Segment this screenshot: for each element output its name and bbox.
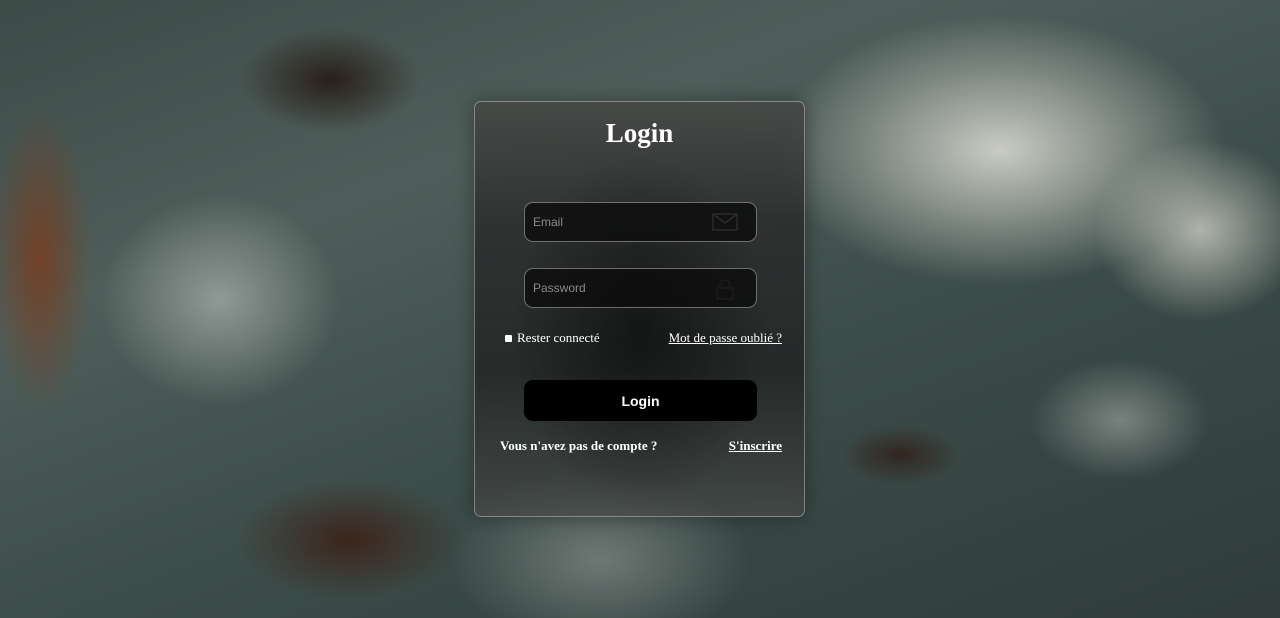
login-button[interactable]: Login [524,380,757,421]
remember-me-label: Rester connecté [517,330,600,345]
remember-me-checkbox[interactable] [505,334,512,342]
forgot-password-link[interactable]: Mot de passe oublié ? [669,330,782,346]
email-input[interactable] [525,203,705,241]
envelope-icon [712,212,738,232]
login-title: Login [605,118,674,148]
email-field-wrapper [524,202,757,242]
lock-icon [712,278,738,300]
register-prompt: Vous n'avez pas de compte ? [500,438,658,453]
password-input[interactable] [525,269,705,307]
register-row: Vous n'avez pas de compte ? S'inscrire [500,438,782,458]
login-options: Rester connecté Mot de passe oublié ? [505,330,782,350]
register-link[interactable]: S'inscrire [729,438,782,454]
login-card: Login Rester connecté Mot de passe oubli… [474,101,805,517]
remember-me[interactable]: Rester connecté [505,330,600,346]
password-field-wrapper [524,268,757,308]
